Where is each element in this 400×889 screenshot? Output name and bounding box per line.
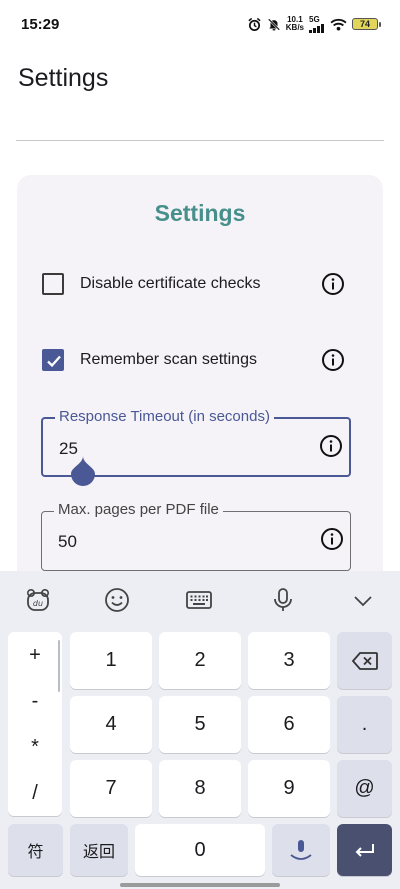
key-5[interactable]: 5 bbox=[159, 696, 241, 753]
status-bar: 15:29 10.1 KB/s 5G 74 bbox=[0, 0, 400, 48]
key-symbols[interactable]: 符 bbox=[8, 824, 63, 876]
mute-icon bbox=[267, 17, 281, 32]
microphone-icon[interactable] bbox=[270, 587, 296, 613]
info-icon[interactable] bbox=[319, 434, 343, 458]
response-timeout-label: Response Timeout (in seconds) bbox=[55, 408, 274, 425]
alarm-icon bbox=[247, 17, 262, 32]
chevron-down-icon[interactable] bbox=[350, 587, 376, 613]
status-time: 15:29 bbox=[21, 16, 60, 33]
wifi-icon bbox=[330, 18, 347, 31]
battery-icon: 74 bbox=[352, 18, 381, 30]
key-7[interactable]: 7 bbox=[70, 760, 152, 817]
info-icon[interactable] bbox=[321, 272, 345, 296]
key-minus[interactable]: - bbox=[8, 678, 62, 724]
keyboard-toolbar: du bbox=[0, 571, 400, 627]
voice-input-icon bbox=[290, 840, 312, 860]
du-logo-icon[interactable]: du bbox=[25, 587, 51, 613]
backspace-icon bbox=[351, 651, 378, 670]
settings-card: Settings Disable certificate checks Reme… bbox=[17, 175, 383, 595]
key-multiply[interactable]: * bbox=[8, 724, 62, 770]
remember-scan-settings-row[interactable]: Remember scan settings bbox=[17, 340, 383, 380]
emoji-icon[interactable] bbox=[104, 587, 130, 613]
remember-scan-settings-label: Remember scan settings bbox=[80, 351, 257, 368]
svg-text:du: du bbox=[33, 599, 43, 608]
key-6[interactable]: 6 bbox=[248, 696, 330, 753]
key-4[interactable]: 4 bbox=[70, 696, 152, 753]
key-9[interactable]: 9 bbox=[248, 760, 330, 817]
enter-key[interactable] bbox=[337, 824, 392, 876]
text-cursor-handle bbox=[71, 456, 95, 486]
disable-certificate-checks-label: Disable certificate checks bbox=[80, 275, 261, 292]
key-2[interactable]: 2 bbox=[159, 632, 241, 689]
key-1[interactable]: 1 bbox=[70, 632, 152, 689]
keyboard-icon[interactable] bbox=[186, 587, 212, 613]
backspace-key[interactable] bbox=[337, 632, 392, 689]
checkmark-icon bbox=[47, 355, 61, 368]
numeric-keyboard: du + - * / 1 2 3 4 5 6 . 7 8 9 @ 符 返回 0 bbox=[0, 571, 400, 889]
disable-certificate-checks-checkbox[interactable] bbox=[42, 273, 64, 295]
key-plus[interactable]: + bbox=[8, 632, 62, 678]
max-pages-field[interactable]: Max. pages per PDF file 50 bbox=[41, 501, 351, 571]
voice-input-key[interactable] bbox=[272, 824, 330, 876]
signal-indicator: 5G bbox=[309, 14, 325, 33]
key-8[interactable]: 8 bbox=[159, 760, 241, 817]
key-dot[interactable]: . bbox=[337, 696, 392, 753]
home-indicator[interactable] bbox=[120, 883, 280, 887]
key-3[interactable]: 3 bbox=[248, 632, 330, 689]
info-icon[interactable] bbox=[320, 527, 344, 551]
key-at[interactable]: @ bbox=[337, 760, 392, 817]
network-type: 5G bbox=[309, 14, 320, 24]
status-icons: 10.1 KB/s 5G 74 bbox=[247, 14, 381, 34]
disable-certificate-checks-row[interactable]: Disable certificate checks bbox=[17, 264, 383, 304]
network-speed-unit: KB/s bbox=[285, 23, 304, 32]
max-pages-label: Max. pages per PDF file bbox=[54, 501, 223, 518]
remember-scan-settings-checkbox[interactable] bbox=[42, 349, 64, 371]
response-timeout-field[interactable]: Response Timeout (in seconds) 25 bbox=[41, 408, 351, 486]
signal-icon bbox=[309, 23, 324, 33]
symbol-panel: + - * / bbox=[8, 632, 62, 816]
info-icon[interactable] bbox=[321, 348, 345, 372]
enter-icon bbox=[355, 844, 374, 857]
key-back[interactable]: 返回 bbox=[70, 824, 128, 876]
network-speed: 10.1 KB/s bbox=[286, 16, 304, 32]
header-divider bbox=[16, 140, 384, 141]
card-title: Settings bbox=[154, 200, 246, 226]
key-0[interactable]: 0 bbox=[135, 824, 265, 876]
key-divide[interactable]: / bbox=[8, 770, 62, 816]
page-title: Settings bbox=[18, 64, 109, 92]
max-pages-input[interactable]: 50 bbox=[58, 532, 77, 552]
